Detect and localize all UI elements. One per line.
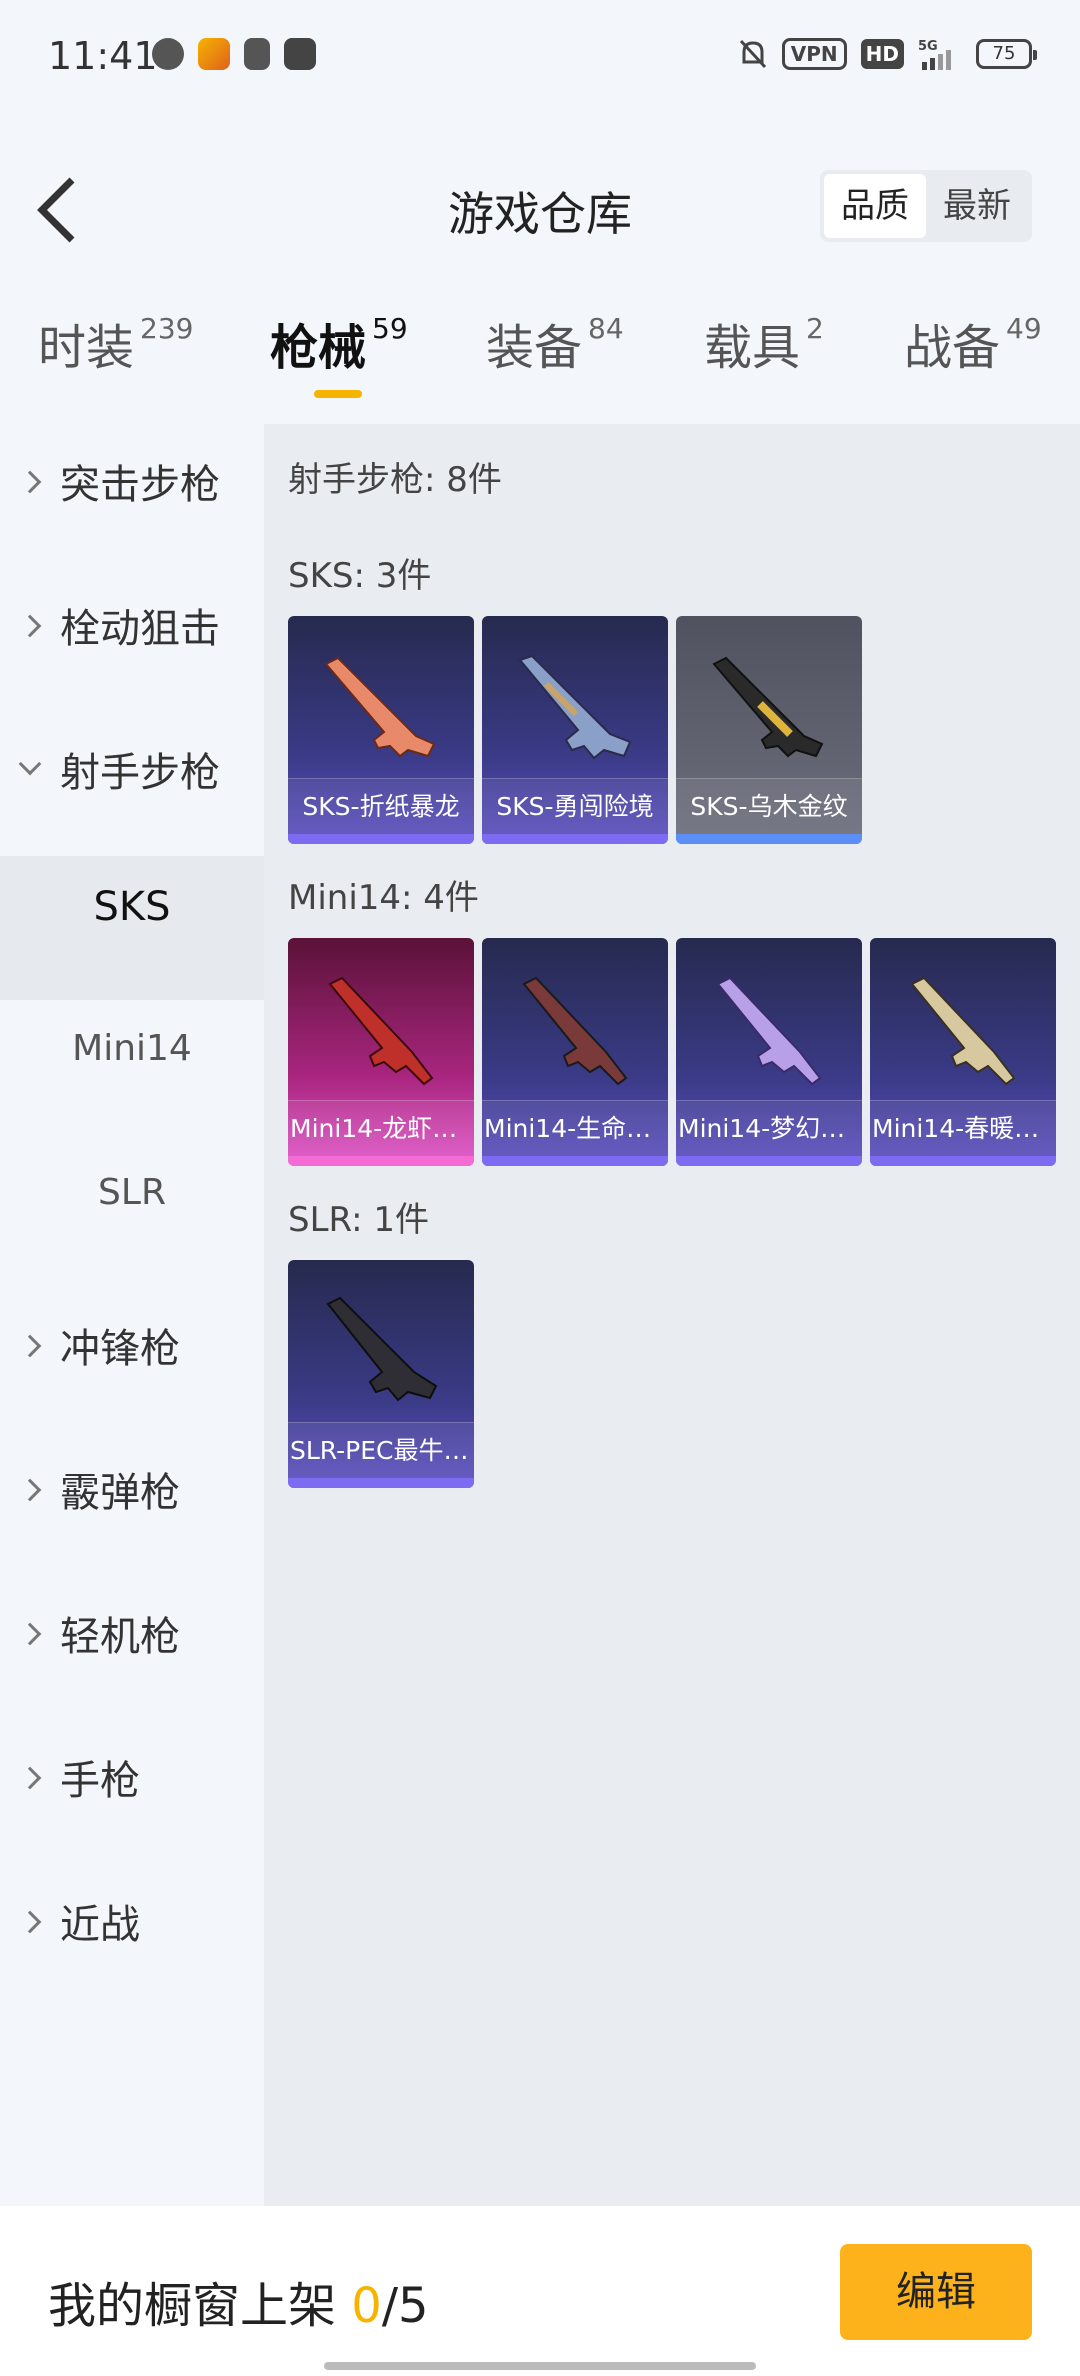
tab-equipment[interactable]: 装备 84 (486, 308, 624, 378)
section-title: 射手步枪: 8件 (288, 460, 502, 500)
rifle-icon (712, 656, 824, 758)
status-bar: 11:41 VPN HD 5G 75 (0, 0, 1080, 116)
sort-quality-button[interactable]: 品质 (824, 174, 926, 238)
header: 游戏仓库 品质 最新 (0, 150, 1080, 270)
group-title-slr: SLR: 1件 (288, 1200, 429, 1240)
item-card[interactable]: SKS-勇闯险境 (482, 616, 668, 844)
tab-fashion[interactable]: 时装 239 (38, 308, 193, 378)
globe-icon (152, 38, 184, 70)
chevron-right-icon (18, 1622, 42, 1646)
game-app-icon (198, 38, 230, 70)
battery-icon: 75 (976, 39, 1037, 69)
tab-firearms[interactable]: 枪械 59 (270, 308, 408, 378)
rifle-icon (328, 976, 434, 1086)
rifle-icon (910, 976, 1016, 1086)
chevron-right-icon (18, 1766, 42, 1790)
chevron-right-icon (18, 1334, 42, 1358)
item-card[interactable]: Mini14-龙虾… (288, 938, 474, 1166)
sidebar-item-shotgun[interactable]: 霰弹枪 (0, 1432, 264, 1576)
sidebar-subitem-mini14[interactable]: Mini14 (0, 1000, 264, 1144)
sidebar-item-assault-rifle[interactable]: 突击步枪 (0, 424, 264, 568)
group-title-mini14: Mini14: 4件 (288, 878, 479, 918)
sort-latest-button[interactable]: 最新 (926, 174, 1028, 238)
status-time: 11:41 (48, 34, 158, 78)
item-card[interactable]: SLR-PEC最牛… (288, 1260, 474, 1488)
edit-button[interactable]: 编辑 (840, 2244, 1032, 2340)
showcase-status: 我的橱窗上架 0/5 (48, 2278, 429, 2334)
item-card[interactable]: SKS-乌木金纹 (676, 616, 862, 844)
item-card[interactable]: Mini14-生命… (482, 938, 668, 1166)
vpn-badge: VPN (781, 38, 847, 70)
showcase-count: 0 (351, 2278, 382, 2334)
home-indicator[interactable] (324, 2362, 756, 2370)
tab-battle-prep[interactable]: 战备 49 (904, 308, 1042, 378)
item-grid-panel: 射手步枪: 8件 SKS: 3件 SKS-折纸暴龙 SKS-勇闯险境 SKS-乌… (264, 424, 1080, 2214)
sidebar-item-bolt-sniper[interactable]: 栓动狙击 (0, 568, 264, 712)
sidebar-subitem-slr[interactable]: SLR (0, 1144, 264, 1288)
item-card[interactable]: Mini14-春暖… (870, 938, 1056, 1166)
message-icon (284, 38, 316, 70)
rifle-icon (326, 1296, 438, 1402)
mute-icon (244, 38, 270, 70)
chevron-down-icon (18, 752, 42, 776)
rifle-icon (522, 976, 628, 1086)
active-tab-indicator (314, 390, 362, 398)
rifle-icon (324, 656, 436, 758)
item-card[interactable]: SKS-折纸暴龙 (288, 616, 474, 844)
sort-toggle: 品质 最新 (820, 170, 1032, 242)
sidebar-item-dmr[interactable]: 射手步枪 (0, 712, 264, 856)
category-tabs: 时装 239 枪械 59 装备 84 载具 2 战备 49 (0, 308, 1080, 408)
hd-badge: HD (860, 39, 904, 69)
sidebar-item-lmg[interactable]: 轻机枪 (0, 1576, 264, 1720)
rifle-icon (518, 654, 632, 760)
chevron-right-icon (18, 470, 42, 494)
sidebar-item-smg[interactable]: 冲锋枪 (0, 1288, 264, 1432)
tab-vehicles[interactable]: 载具 2 (704, 308, 824, 378)
sidebar-item-melee[interactable]: 近战 (0, 1864, 264, 2008)
sidebar-item-pistol[interactable]: 手枪 (0, 1720, 264, 1864)
signal-icon: 5G (918, 39, 951, 70)
chevron-right-icon (18, 1478, 42, 1502)
chevron-right-icon (18, 614, 42, 638)
sidebar: 突击步枪 栓动狙击 射手步枪 SKS Mini14 SLR 冲锋枪 霰弹枪 轻机… (0, 424, 264, 2214)
bell-off-icon (739, 39, 766, 69)
footer-bar: 我的橱窗上架 0/5 编辑 (0, 2206, 1080, 2376)
group-title-sks: SKS: 3件 (288, 556, 432, 596)
rifle-icon (716, 976, 822, 1086)
chevron-right-icon (18, 1910, 42, 1934)
svg-text:5G: 5G (918, 39, 938, 54)
sidebar-subitem-sks[interactable]: SKS (0, 856, 264, 1000)
item-card[interactable]: Mini14-梦幻… (676, 938, 862, 1166)
